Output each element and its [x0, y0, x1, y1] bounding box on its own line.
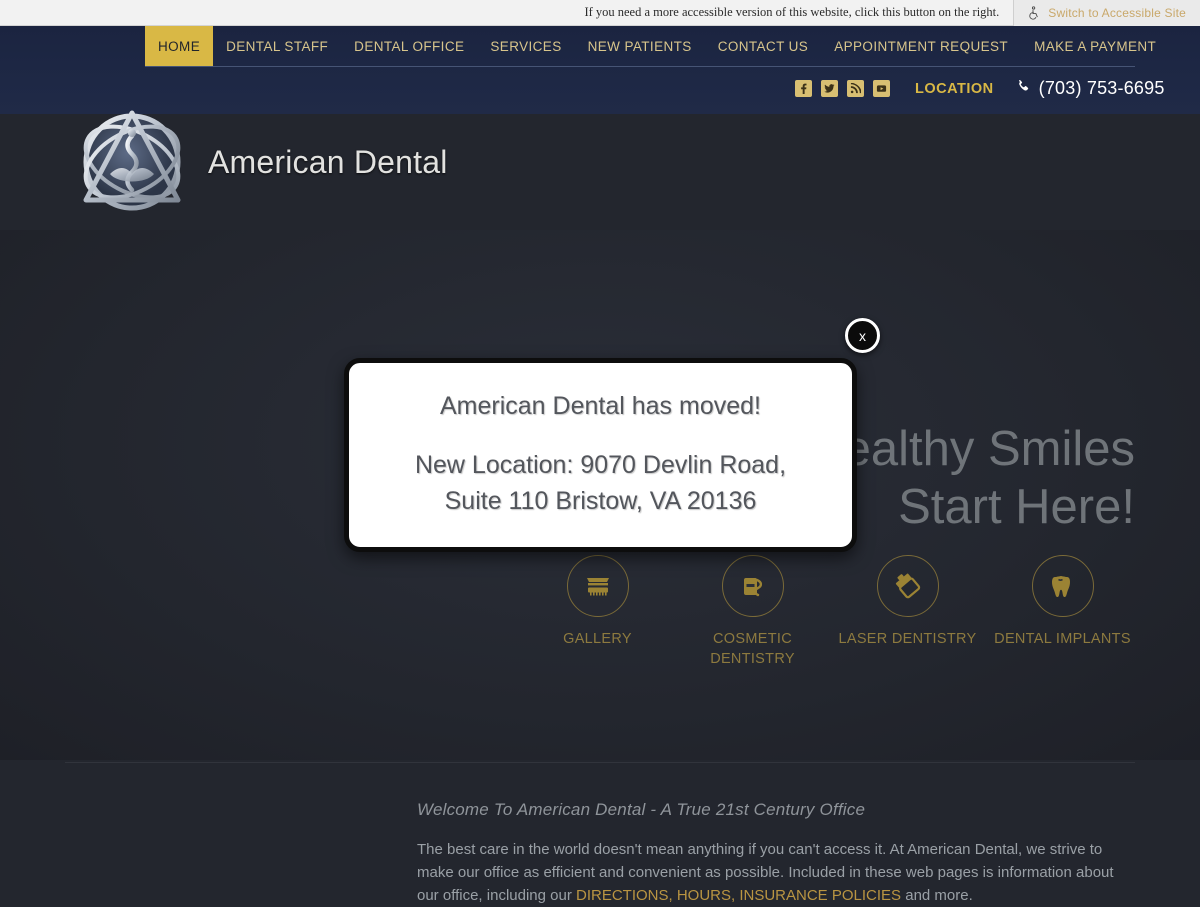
phone-icon — [1016, 78, 1031, 99]
nav-underline-divider — [145, 66, 1135, 67]
accessible-button-label: Switch to Accessible Site — [1048, 5, 1186, 20]
facebook-icon[interactable] — [795, 80, 812, 97]
brand-block[interactable]: American Dental — [70, 100, 448, 224]
service-shortcut-cosmetic-dentistry[interactable]: COSMETIC DENTISTRY — [675, 555, 830, 669]
nav-item-new-patients[interactable]: NEW PATIENTS — [575, 26, 705, 66]
welcome-body-part1: The best care in the world doesn't mean … — [417, 841, 1114, 881]
accessibility-bar: If you need a more accessible version of… — [0, 0, 1200, 26]
welcome-body-part2: our office, including our — [417, 887, 576, 904]
modal-close-button[interactable]: x — [845, 318, 880, 353]
dental-floss-icon — [721, 555, 784, 617]
phone-number[interactable]: (703) 753-6695 — [1016, 78, 1165, 99]
location-link[interactable]: LOCATION — [915, 81, 994, 97]
service-shortcut-laser-dentistry[interactable]: LASER DENTISTRY — [830, 555, 985, 669]
service-shortcut-dental-implants-label: DENTAL IMPLANTS — [994, 631, 1131, 647]
twitter-icon[interactable] — [821, 80, 838, 97]
nav-item-dental-staff[interactable]: DENTAL STAFF — [213, 26, 341, 66]
teeth-brush-icon — [566, 555, 629, 617]
welcome-body-part3: and more. — [901, 887, 973, 904]
service-shortcut-gallery[interactable]: GALLERY — [520, 555, 675, 669]
service-shortcut-cosmetic-dentistry-label: COSMETIC DENTISTRY — [710, 631, 795, 667]
phone-number-text: (703) 753-6695 — [1038, 78, 1165, 98]
nav-item-make-a-payment[interactable]: MAKE A PAYMENT — [1021, 26, 1169, 66]
american-dental-emblem-logo — [70, 100, 194, 224]
welcome-heading: Welcome To American Dental - A True 21st… — [417, 800, 866, 819]
modal-headline: American Dental has moved! — [440, 391, 761, 420]
nav-item-dental-office[interactable]: DENTAL OFFICE — [341, 26, 477, 66]
youtube-icon[interactable] — [873, 80, 890, 97]
nav-item-services[interactable]: SERVICES — [477, 26, 574, 66]
switch-to-accessible-site-button[interactable]: Switch to Accessible Site — [1013, 0, 1200, 26]
modal-address-line1: New Location: 9070 Devlin Road, — [414, 450, 787, 479]
moved-notice-modal: American Dental has moved! New Location:… — [344, 358, 857, 552]
service-shortcut-laser-dentistry-label: LASER DENTISTRY — [838, 631, 977, 647]
nav-item-appointment-request[interactable]: APPOINTMENT REQUEST — [821, 26, 1021, 66]
welcome-section: Welcome To American Dental - A True 21st… — [417, 800, 1137, 907]
service-shortcut-dental-implants[interactable]: DENTAL IMPLANTS — [985, 555, 1140, 669]
tooth-icon — [1031, 555, 1094, 617]
wheelchair-icon — [1026, 5, 1040, 20]
close-icon: x — [859, 327, 866, 344]
modal-address: New Location: 9070 Devlin Road, Suite 11… — [415, 447, 786, 519]
welcome-body: The best care in the world doesn't mean … — [417, 838, 1137, 907]
accessibility-note: If you need a more accessible version of… — [584, 5, 1000, 19]
rss-icon[interactable] — [847, 80, 864, 97]
service-shortcut-gallery-label: GALLERY — [563, 631, 632, 647]
section-divider — [65, 762, 1135, 763]
utility-row: LOCATION (703) 753-6695 — [795, 78, 1165, 99]
welcome-body-link[interactable]: DIRECTIONS, HOURS, INSURANCE POLICIES — [576, 887, 901, 904]
main-navigation: HOME DENTAL STAFF DENTAL OFFICE SERVICES… — [145, 26, 1169, 66]
brand-name: American Dental — [208, 143, 448, 180]
nav-item-contact-us[interactable]: CONTACT US — [705, 26, 822, 66]
toothpaste-tube-icon — [876, 555, 939, 617]
modal-address-line2: Suite 110 Bristow, VA 20136 — [444, 486, 757, 515]
nav-item-home[interactable]: HOME — [145, 26, 214, 66]
service-shortcuts: GALLERY COSMETIC DENTISTRY LASER DENTIST… — [520, 555, 1140, 669]
